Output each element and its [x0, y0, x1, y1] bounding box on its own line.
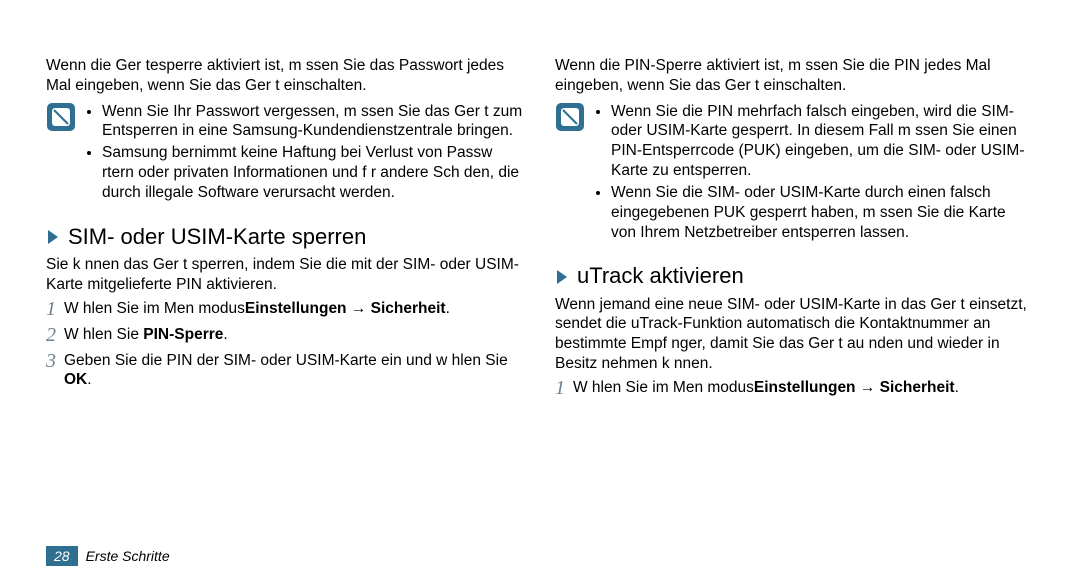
left-step-2: 2 W hlen Sie PIN-Sperre.: [46, 325, 525, 345]
step-number-icon: 3: [46, 351, 64, 371]
left-heading-row: SIM- oder USIM-Karte sperren: [46, 223, 525, 251]
step-bold: Sicherheit: [371, 300, 446, 317]
step-bold: Einstellungen: [754, 379, 856, 396]
step-bold: Einstellungen: [245, 300, 347, 317]
right-intro: Wenn die PIN-Sperre aktiviert ist, m sse…: [555, 56, 1034, 96]
step-bold: PIN-Sperre: [143, 326, 223, 343]
left-intro: Wenn die Ger tesperre aktiviert ist, m s…: [46, 56, 525, 96]
step-number-icon: 2: [46, 325, 64, 345]
left-note-item: Samsung bernimmt keine Haftung bei Verlu…: [102, 143, 525, 202]
left-heading-desc: Sie k nnen das Ger t sperren, indem Sie …: [46, 255, 525, 295]
step-arrow: →: [856, 379, 880, 396]
chevron-right-icon: [555, 268, 569, 286]
step-text: W hlen Sie im Men modus: [573, 379, 754, 396]
step-text: Geben Sie die PIN der SIM- oder USIM-Kar…: [64, 352, 508, 369]
right-heading-desc: Wenn jemand eine neue SIM- oder USIM-Kar…: [555, 295, 1034, 374]
right-heading-row: uTrack aktivieren: [555, 262, 1034, 290]
step-body: W hlen Sie PIN-Sperre.: [64, 325, 525, 345]
right-steps: 1 W hlen Sie im Men modusEinstellungen →…: [555, 378, 1034, 398]
step-bold: OK: [64, 371, 87, 388]
step-body: Geben Sie die PIN der SIM- oder USIM-Kar…: [64, 351, 525, 391]
step-text: W hlen Sie: [64, 326, 139, 343]
left-note-item: Wenn Sie Ihr Passwort vergessen, m ssen …: [102, 102, 525, 142]
left-note-list: Wenn Sie Ihr Passwort vergessen, m ssen …: [84, 102, 525, 205]
right-note-list: Wenn Sie die PIN mehrfach falsch eingebe…: [593, 102, 1034, 245]
right-heading: uTrack aktivieren: [577, 262, 744, 290]
chevron-right-icon: [46, 228, 60, 246]
manual-page: Wenn die Ger tesperre aktiviert ist, m s…: [0, 0, 1080, 586]
note-icon: [555, 102, 585, 132]
right-note-box: Wenn Sie die PIN mehrfach falsch eingebe…: [555, 102, 1034, 245]
step-number-icon: 1: [46, 299, 64, 319]
page-number: 28: [46, 546, 78, 566]
step-bold: Sicherheit: [880, 379, 955, 396]
step-body: W hlen Sie im Men modusEinstellungen → S…: [64, 299, 525, 319]
step-text: W hlen Sie im Men modus: [64, 300, 245, 317]
step-number-icon: 1: [555, 378, 573, 398]
left-column: Wenn die Ger tesperre aktiviert ist, m s…: [46, 56, 525, 566]
left-step-3: 3 Geben Sie die PIN der SIM- oder USIM-K…: [46, 351, 525, 391]
left-heading: SIM- oder USIM-Karte sperren: [68, 223, 366, 251]
right-note-item: Wenn Sie die SIM- oder USIM-Karte durch …: [611, 183, 1034, 242]
page-footer: 28 Erste Schritte: [46, 546, 170, 566]
right-column: Wenn die PIN-Sperre aktiviert ist, m sse…: [555, 56, 1034, 566]
left-steps: 1 W hlen Sie im Men modusEinstellungen →…: [46, 299, 525, 391]
right-note-item: Wenn Sie die PIN mehrfach falsch eingebe…: [611, 102, 1034, 181]
left-step-1: 1 W hlen Sie im Men modusEinstellungen →…: [46, 299, 525, 319]
note-icon: [46, 102, 76, 132]
left-note-box: Wenn Sie Ihr Passwort vergessen, m ssen …: [46, 102, 525, 205]
step-body: W hlen Sie im Men modusEinstellungen → S…: [573, 378, 1034, 398]
right-step-1: 1 W hlen Sie im Men modusEinstellungen →…: [555, 378, 1034, 398]
footer-section: Erste Schritte: [86, 548, 170, 564]
step-arrow: →: [347, 300, 371, 317]
